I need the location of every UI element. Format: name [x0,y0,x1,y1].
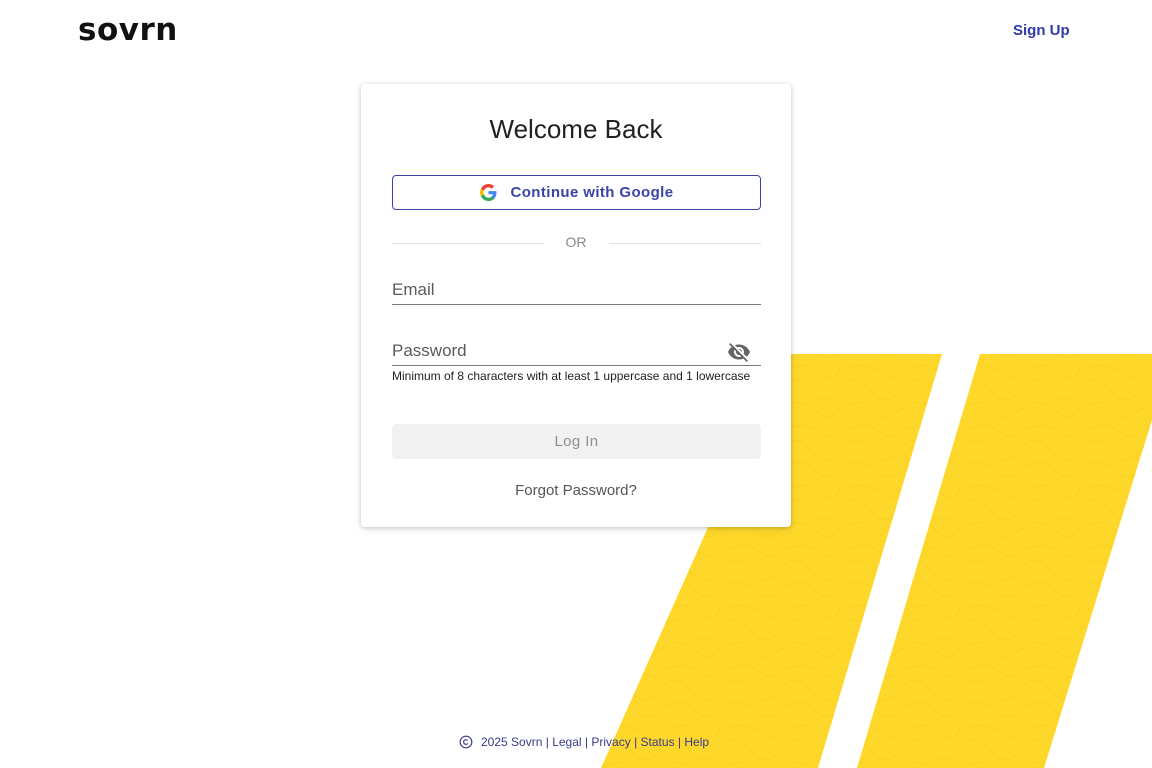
sign-up-link[interactable]: Sign Up [1013,22,1070,39]
footer-link-status[interactable]: Status [641,735,675,749]
login-card: Welcome Back Continue with Google OR Min… [361,84,791,527]
email-field-wrapper [392,275,761,305]
footer-year: 2025 Sovrn [481,735,543,749]
forgot-password-link[interactable]: Forgot Password? [361,482,791,499]
sovrn-logo[interactable]: sovrn [78,12,178,48]
footer-link-help[interactable]: Help [684,735,709,749]
password-field-wrapper [392,336,761,366]
password-field[interactable] [392,336,712,365]
page-title: Welcome Back [489,114,663,144]
footer-link-privacy[interactable]: Privacy [591,735,630,749]
footer: 2025 Sovrn | Legal | Privacy | Status | … [459,735,709,749]
password-helper-text: Minimum of 8 characters with at least 1 … [392,369,751,383]
google-button-label: Continue with Google [510,184,674,201]
eye-off-icon[interactable] [727,340,751,364]
footer-link-legal[interactable]: Legal [552,735,581,749]
footer-separator: | [545,735,549,749]
footer-separator: | [677,735,682,749]
or-divider: OR [565,234,587,250]
footer-separator: | [584,735,589,749]
continue-with-google-button[interactable]: Continue with Google [392,175,761,210]
copyright-icon [459,735,473,749]
divider-line-right [609,243,761,244]
log-in-button[interactable]: Log In [392,424,761,459]
footer-separator: | [634,735,638,749]
google-icon [479,184,496,201]
email-field[interactable] [392,275,761,304]
